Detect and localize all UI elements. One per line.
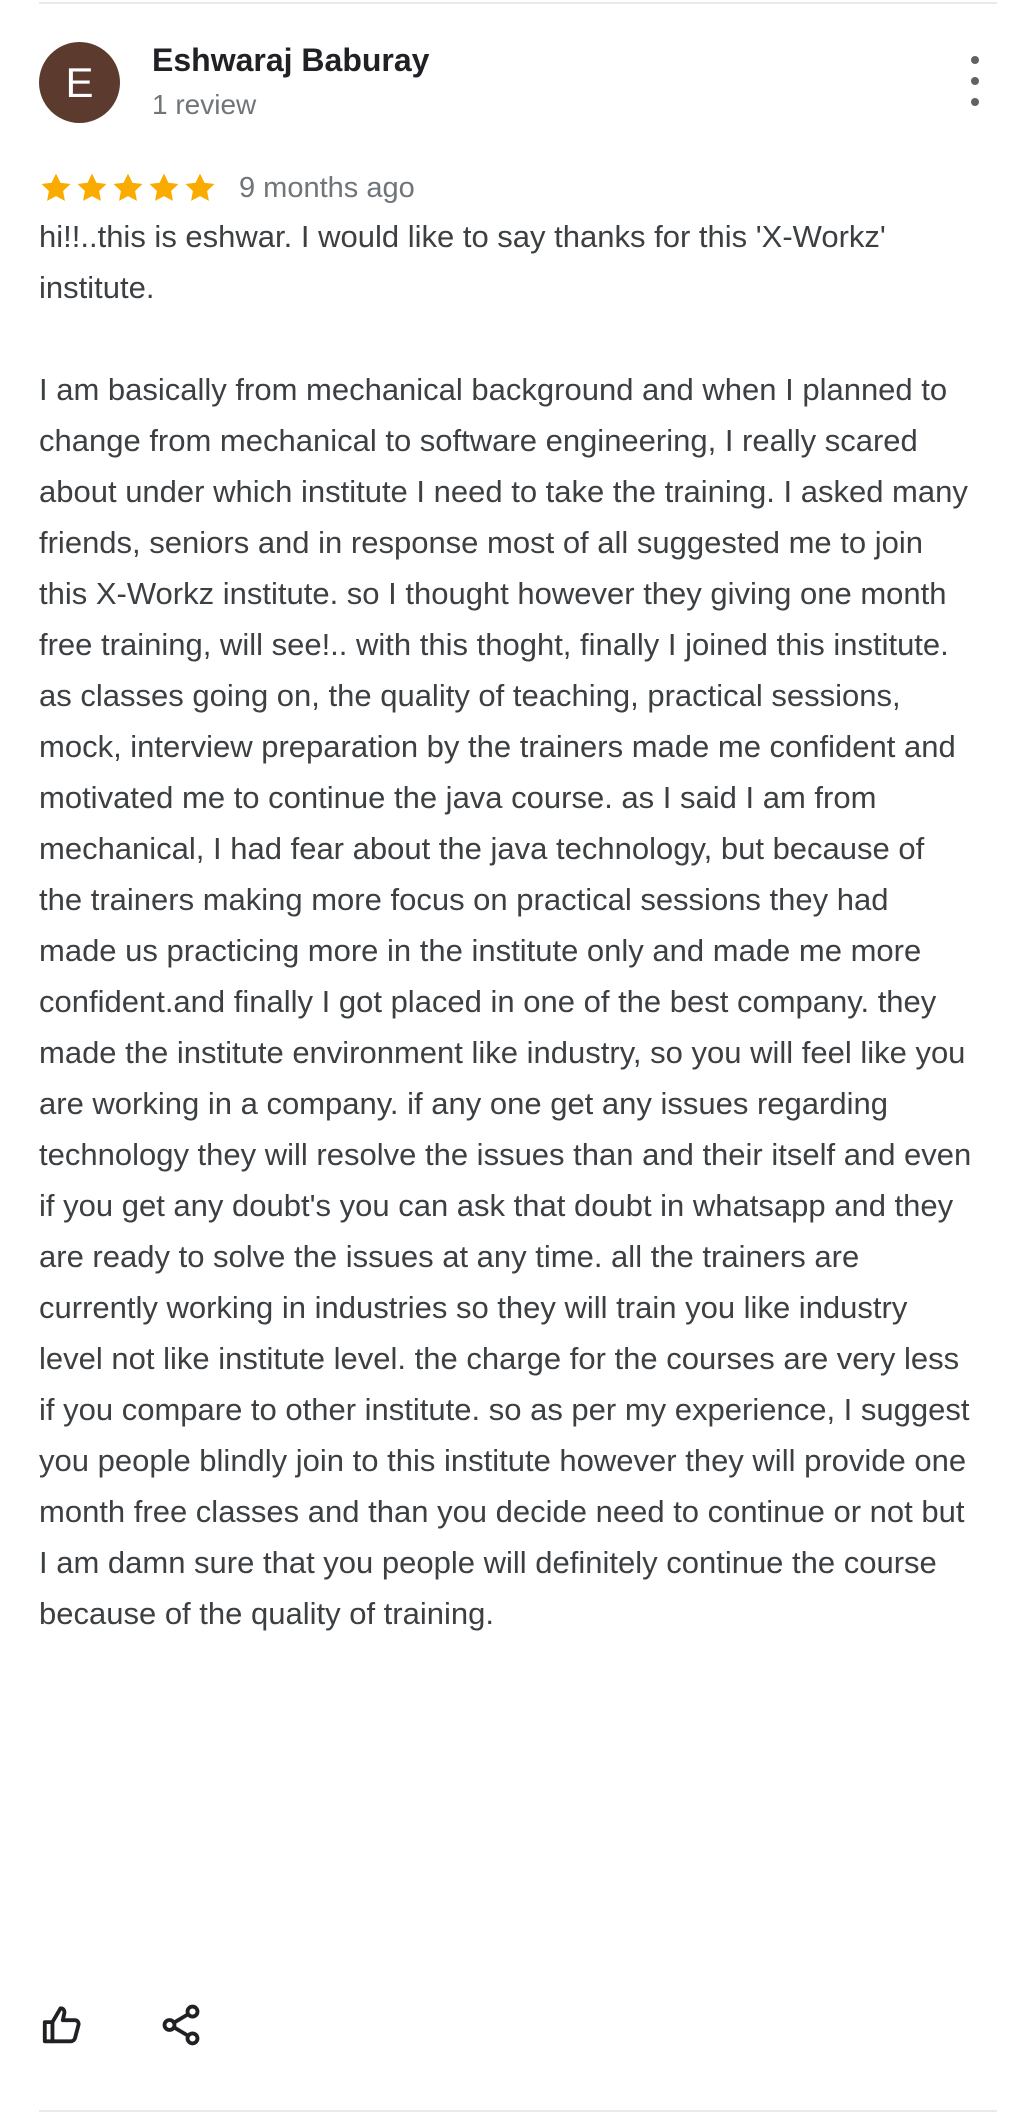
like-button[interactable]: [40, 2002, 86, 2048]
star-icon: [113, 173, 143, 201]
thumbs-up-icon: [42, 2006, 81, 2044]
share-button[interactable]: [158, 2002, 204, 2048]
star-icon: [185, 173, 215, 201]
more-options-button[interactable]: [955, 56, 995, 106]
star-icon: [41, 173, 71, 201]
star-icon: [77, 173, 107, 201]
share-icon: [162, 2004, 200, 2046]
more-vertical-icon-dot: [971, 98, 979, 106]
top-divider: [39, 2, 997, 4]
author-review-count[interactable]: 1 review: [152, 89, 256, 121]
star-icon: [149, 173, 179, 201]
review-text: hi!!..this is eshwar. I would like to sa…: [39, 219, 972, 1631]
more-vertical-icon-dot: [971, 77, 979, 85]
more-vertical-icon: [971, 56, 979, 64]
bottom-divider: [39, 2110, 997, 2112]
star-rating: [39, 171, 217, 205]
avatar[interactable]: E: [39, 42, 120, 123]
author-name[interactable]: Eshwaraj Baburay: [152, 42, 429, 79]
review-date: 9 months ago: [239, 171, 415, 204]
rating-row: 9 months ago: [39, 166, 415, 210]
avatar-initial: E: [65, 58, 94, 106]
